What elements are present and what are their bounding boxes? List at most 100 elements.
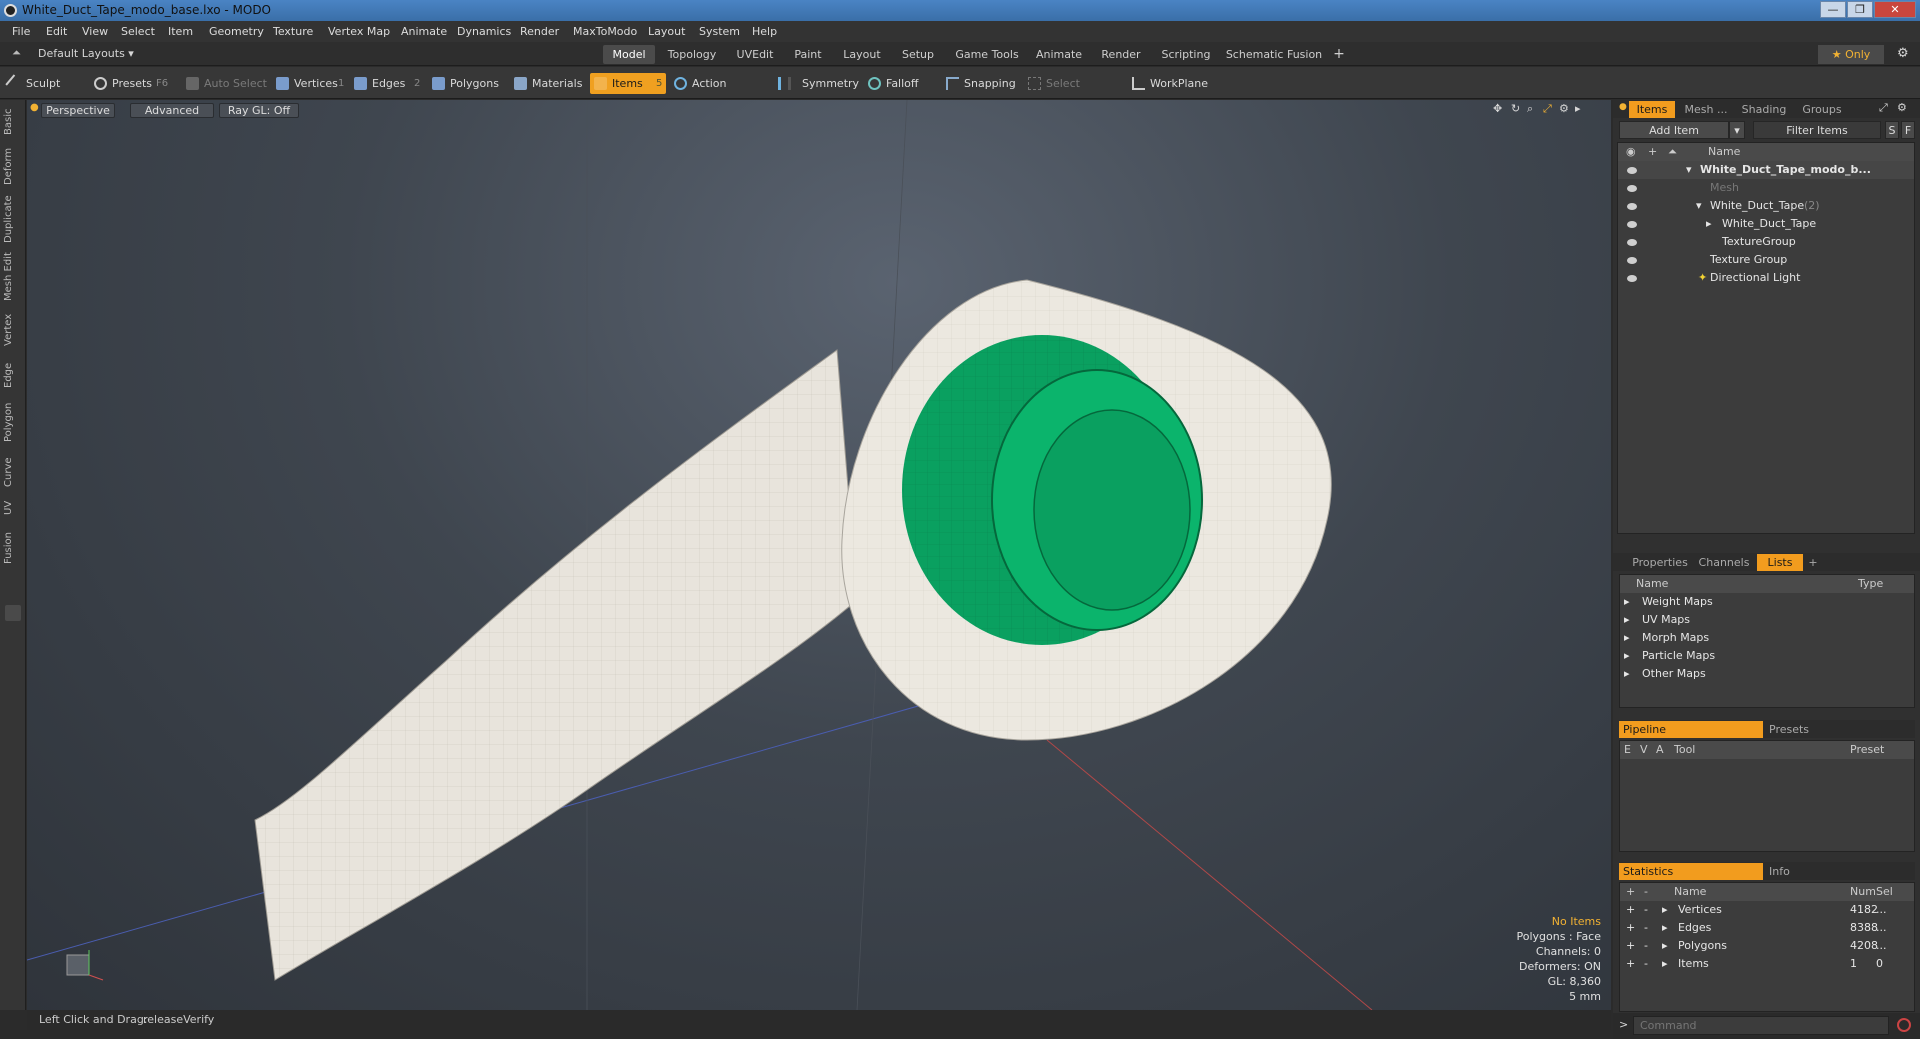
panel-gear-icon[interactable]: ⚙ — [1897, 101, 1907, 114]
tree-row-scene[interactable]: ▾ White_Duct_Tape_modo_b... — [1618, 161, 1914, 179]
plus-icon[interactable]: + — [1626, 937, 1635, 955]
vtab-uv[interactable]: UV — [3, 496, 23, 520]
maps-row[interactable]: ▸ Morph Maps — [1620, 629, 1914, 647]
tab-mesh[interactable]: Mesh ... — [1679, 101, 1733, 118]
minus-icon[interactable]: - — [1644, 955, 1648, 973]
tab-pipeline[interactable]: Pipeline — [1619, 721, 1763, 738]
viewport-gear-icon[interactable]: ⚙ — [1559, 102, 1569, 115]
tab-animate[interactable]: Animate — [1031, 45, 1087, 64]
tab-layout[interactable]: Layout — [837, 45, 887, 64]
advanced-button[interactable]: Advanced — [130, 103, 214, 118]
maps-list[interactable]: Name Type ▸ Weight Maps ▸ UV Maps ▸ Morph Ma… — [1619, 574, 1915, 708]
vtab-deform[interactable]: Deform — [3, 146, 23, 186]
menu-view[interactable]: View — [82, 25, 108, 38]
f-toggle[interactable]: F — [1901, 121, 1915, 139]
edges-button[interactable]: Edges 2 — [350, 73, 422, 94]
expand-arrow-icon[interactable]: ▾ — [1686, 161, 1692, 179]
tab-properties[interactable]: Properties — [1629, 554, 1691, 571]
auto-select-button[interactable]: Auto Select — [182, 73, 270, 94]
expand-arrow-icon[interactable]: ▸ — [1662, 919, 1668, 937]
eye-icon[interactable] — [1627, 275, 1637, 282]
tab-channels[interactable]: Channels — [1695, 554, 1753, 571]
add-item-dropdown[interactable]: ▾ — [1729, 121, 1745, 139]
viewport-menu-icon[interactable]: ▸ — [1575, 102, 1581, 115]
tree-row-mesh[interactable]: Mesh — [1618, 179, 1914, 197]
expand-arrow-icon[interactable]: ▸ — [1662, 955, 1668, 973]
item-list[interactable]: ◉ + ⏶ Name ▾ White_Duct_Tape_modo_b... Me… — [1617, 142, 1915, 534]
stats-row[interactable]: + - ▸ Items 1 0 — [1620, 955, 1914, 973]
command-input[interactable] — [1633, 1016, 1889, 1035]
vtab-mesh-edit[interactable]: Mesh Edit — [3, 250, 23, 304]
tab-presets[interactable]: Presets — [1765, 721, 1913, 738]
tab-info[interactable]: Info — [1765, 863, 1913, 880]
maximize-button[interactable]: ❐ — [1847, 1, 1873, 18]
tree-row-group[interactable]: ▾ White_Duct_Tape (2) — [1618, 197, 1914, 215]
stop-icon[interactable] — [1897, 1018, 1911, 1032]
expand-arrow-icon[interactable]: ▸ — [1624, 629, 1630, 647]
tree-row-texture-group[interactable]: Texture Group — [1618, 251, 1914, 269]
rotate-view-icon[interactable]: ↻ — [1511, 102, 1520, 115]
add-item-button[interactable]: Add Item — [1619, 121, 1729, 139]
stats-row[interactable]: + - ▸ Edges 8388... — [1620, 919, 1914, 937]
select-through-button[interactable]: Select Through — [1024, 73, 1124, 111]
sculpt-button[interactable]: Sculpt — [4, 73, 88, 94]
minimize-button[interactable]: — — [1820, 1, 1846, 18]
maps-row[interactable]: ▸ Particle Maps — [1620, 647, 1914, 665]
tab-render[interactable]: Render — [1095, 45, 1147, 64]
vtab-fusion[interactable]: Fusion — [3, 528, 23, 568]
vertices-button[interactable]: Vertices 1 — [272, 73, 346, 94]
expand-arrow-icon[interactable]: ▸ — [1624, 647, 1630, 665]
expand-arrow-icon[interactable]: ▸ — [1624, 593, 1630, 611]
stats-list[interactable]: + - Name Num Sel + - ▸ Vertices 4182... + - ▸ E… — [1619, 882, 1915, 1012]
menu-system[interactable]: System — [699, 25, 740, 38]
plus-icon[interactable]: + — [1626, 901, 1635, 919]
action-center-button[interactable]: Action Center — [670, 73, 760, 111]
tab-items[interactable]: Items — [1629, 101, 1675, 118]
layout-selector[interactable]: Default Layouts ▾ — [38, 47, 134, 60]
vtab-vertex[interactable]: Vertex — [3, 310, 23, 350]
minus-icon[interactable]: - — [1644, 901, 1648, 919]
tab-setup[interactable]: Setup — [893, 45, 943, 64]
tab-schematic-fusion[interactable]: Schematic Fusion — [1225, 45, 1323, 64]
eye-icon[interactable] — [1627, 185, 1637, 192]
tab-topology[interactable]: Topology — [661, 45, 723, 64]
s-toggle[interactable]: S — [1885, 121, 1899, 139]
eye-icon[interactable] — [1627, 239, 1637, 246]
eye-icon[interactable] — [1627, 257, 1637, 264]
expand-arrow-icon[interactable]: ▸ — [1662, 937, 1668, 955]
menu-animate[interactable]: Animate — [401, 25, 447, 38]
eye-icon[interactable] — [1627, 167, 1637, 174]
tab-lists[interactable]: Lists — [1757, 554, 1803, 571]
tab-scripting[interactable]: Scripting — [1155, 45, 1217, 64]
tab-shading[interactable]: Shading — [1737, 101, 1791, 118]
close-button[interactable]: ✕ — [1874, 1, 1916, 18]
tree-row-texturegroup[interactable]: TextureGroup — [1618, 233, 1914, 251]
symmetry-button[interactable]: Symmetry — [774, 73, 859, 94]
eye-icon[interactable] — [1627, 203, 1637, 210]
panel-dot-icon[interactable]: ● — [1619, 102, 1627, 112]
pipeline-list[interactable]: E V A Tool Preset — [1619, 740, 1915, 852]
gear-icon[interactable]: ⚙ — [1897, 46, 1909, 61]
menu-dynamics[interactable]: Dynamics — [457, 25, 511, 38]
expand-panel-icon[interactable]: ⤢ — [1879, 101, 1888, 115]
tree-row-light[interactable]: ✦ Directional Light — [1618, 269, 1914, 287]
expand-arrow-icon[interactable]: ▸ — [1624, 665, 1630, 683]
menu-texture[interactable]: Texture — [273, 25, 313, 38]
snapping-button[interactable]: Snapping — [942, 73, 1028, 94]
vtab-basic[interactable]: Basic — [3, 104, 23, 140]
vtab-edge[interactable]: Edge — [3, 358, 23, 392]
vtab-curve[interactable]: Curve — [3, 454, 23, 490]
plus-icon[interactable]: + — [1626, 919, 1635, 937]
workplane-button[interactable]: WorkPlane — [1128, 73, 1208, 94]
maximize-view-icon[interactable]: ⤢ — [1543, 102, 1552, 116]
add-tab-button[interactable]: + — [1329, 45, 1349, 64]
plus-icon[interactable]: + — [1626, 955, 1635, 973]
collapse-arrow-icon[interactable]: ▸ — [1706, 215, 1712, 233]
menu-item[interactable]: Item — [168, 25, 193, 38]
only-toggle[interactable]: ★ Only — [1818, 45, 1884, 64]
add-panel-tab[interactable]: + — [1805, 554, 1821, 571]
maps-row[interactable]: ▸ Other Maps — [1620, 665, 1914, 683]
menu-maxtomodo[interactable]: MaxToModo — [573, 25, 637, 38]
stats-row[interactable]: + - ▸ Vertices 4182... — [1620, 901, 1914, 919]
tab-game-tools[interactable]: Game Tools — [951, 45, 1023, 64]
